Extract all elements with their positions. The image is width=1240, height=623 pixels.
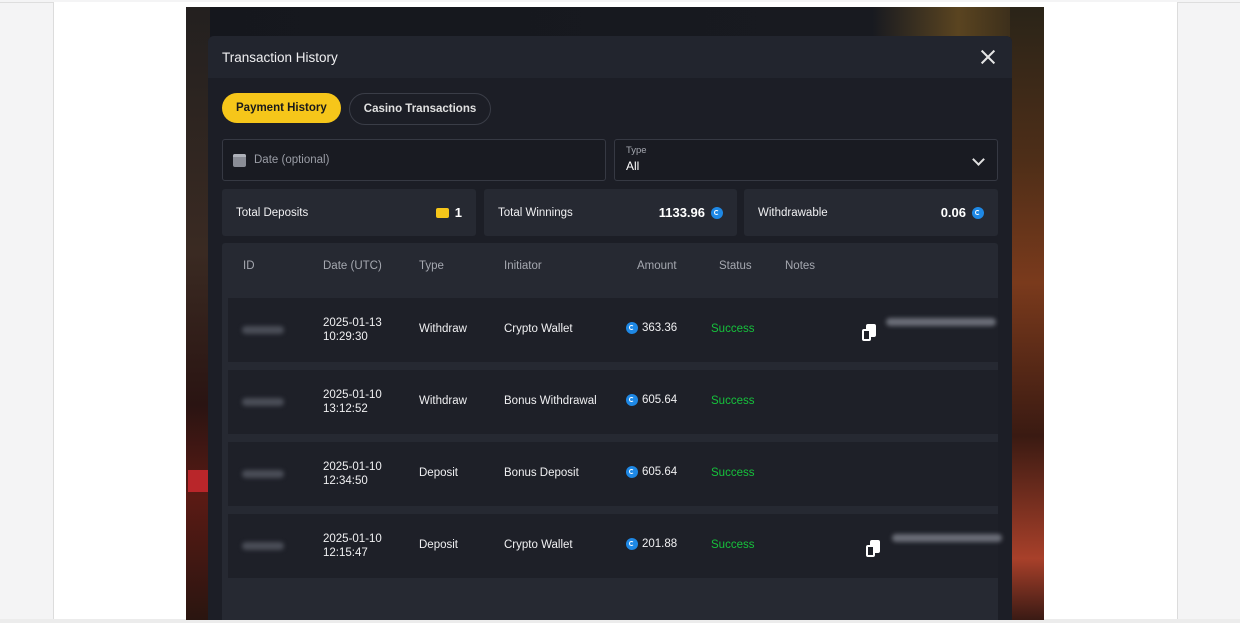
screenshot-frame: Transaction History Payment History Casi… [186,7,1044,620]
wallet-icon [435,207,449,218]
row-amount: 605.64 [626,394,677,406]
coin-icon [626,538,638,550]
background-left [186,7,210,620]
row-type: Deposit [419,467,458,479]
row-type: Withdraw [419,395,467,407]
date-placeholder: Date (optional) [254,154,330,166]
row-date: 2025-01-10 13:12:52 [323,388,382,416]
total-winnings-card: Total Winnings 1133.96 [484,189,737,236]
calendar-icon [233,153,246,167]
row-date: 2025-01-13 10:29:30 [323,316,382,344]
table-row[interactable]: 2025-01-10 12:34:50 Deposit Bonus Deposi… [228,442,998,506]
note-redacted [886,318,996,326]
table-row[interactable]: 2025-01-13 10:29:30 Withdraw Crypto Wall… [228,298,998,362]
column-header-status: Status [719,260,752,272]
row-date-day: 2025-01-10 [323,533,382,545]
row-date-time: 13:12:52 [323,403,368,415]
background-badge [188,470,210,492]
row-type: Withdraw [419,323,467,335]
row-date-time: 12:15:47 [323,547,368,559]
row-date-day: 2025-01-13 [323,317,382,329]
total-deposits-value-wrap: 1 [435,205,462,220]
note-redacted [892,534,1002,542]
row-initiator: Crypto Wallet [504,323,573,335]
withdrawable-value: 0.06 [940,205,966,220]
modal-header: Transaction History [208,36,1012,78]
row-amount: 605.64 [626,466,677,478]
row-date-time: 10:29:30 [323,331,368,343]
column-header-amount: Amount [637,260,677,272]
row-type: Deposit [419,539,458,551]
total-winnings-label: Total Winnings [498,206,573,219]
tab-bar: Payment History Casino Transactions [222,93,492,125]
type-select-value: All [626,159,640,173]
transaction-id-redacted [242,326,284,334]
transactions-table: ID Date (UTC) Type Initiator Amount Stat… [222,243,1002,620]
row-amount-value: 201.88 [642,538,678,550]
row-amount-value: 605.64 [642,466,678,478]
row-status: Success [711,323,755,335]
coin-icon [626,322,638,334]
row-amount-value: 605.64 [642,394,678,406]
total-deposits-value: 1 [454,205,462,220]
column-header-date: Date (UTC) [323,260,382,272]
row-date: 2025-01-10 12:34:50 [323,460,382,488]
row-initiator: Bonus Withdrawal [504,395,597,407]
transaction-id-redacted [242,398,284,406]
row-amount: 363.36 [626,322,677,334]
row-amount: 201.88 [626,538,677,550]
close-icon[interactable] [978,47,998,67]
transaction-id-redacted [242,470,284,478]
row-date-time: 12:34:50 [323,475,368,487]
total-winnings-value-wrap: 1133.96 [659,205,723,220]
row-date-day: 2025-01-10 [323,461,382,473]
modal-title: Transaction History [222,49,338,65]
coin-icon [972,206,984,219]
column-header-id: ID [243,260,255,272]
total-winnings-value: 1133.96 [658,205,705,220]
row-date-day: 2025-01-10 [323,389,382,401]
total-deposits-label: Total Deposits [236,206,309,219]
coin-icon [626,466,638,478]
table-row[interactable]: 2025-01-10 13:12:52 Withdraw Bonus Withd… [228,370,998,434]
background-top [186,7,1044,37]
total-deposits-card: Total Deposits 1 [222,189,476,236]
column-header-notes: Notes [785,260,816,272]
row-initiator: Bonus Deposit [504,467,579,479]
withdrawable-value-wrap: 0.06 [941,205,984,220]
tab-payment-history[interactable]: Payment History [222,93,341,123]
column-header-type: Type [419,260,444,272]
coin-icon [711,206,723,219]
row-amount-value: 363.36 [642,322,678,334]
table-row[interactable]: 2025-01-10 12:15:47 Deposit Crypto Walle… [228,514,1002,578]
row-status: Success [711,395,755,407]
row-status: Success [711,539,755,551]
withdrawable-label: Withdrawable [758,206,828,219]
transaction-id-redacted [242,542,284,550]
row-date: 2025-01-10 12:15:47 [323,532,382,560]
date-input[interactable]: Date (optional) [222,139,606,181]
row-initiator: Crypto Wallet [504,539,573,551]
background-right [1010,7,1044,620]
row-status: Success [711,467,755,479]
table-header: ID Date (UTC) Type Initiator Amount Stat… [222,243,998,292]
transaction-history-modal: Transaction History Payment History Casi… [208,36,1012,620]
column-header-initiator: Initiator [504,260,542,272]
type-select[interactable]: Type All [614,139,998,181]
withdrawable-card: Withdrawable 0.06 [744,189,998,236]
coin-icon [626,394,638,406]
tab-casino-transactions[interactable]: Casino Transactions [348,93,492,125]
copy-icon[interactable] [866,540,880,557]
copy-icon[interactable] [862,324,876,341]
type-select-label: Type [626,145,647,156]
